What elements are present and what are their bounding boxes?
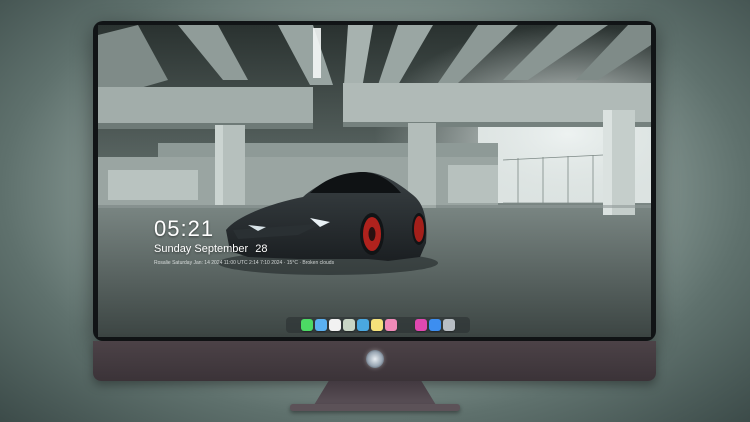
clock-icon[interactable]	[329, 319, 341, 331]
monitor-stand-neck	[314, 381, 436, 405]
app-store-icon[interactable]	[429, 319, 441, 331]
finder-icon[interactable]	[315, 319, 327, 331]
date-day: 28	[255, 243, 268, 255]
monitor-frame: 05:21 Sunday September 28 Rosalie Saturd…	[93, 21, 656, 341]
dock	[286, 317, 470, 333]
date-month: September	[194, 243, 249, 255]
photos-icon[interactable]	[385, 319, 397, 331]
notes-icon[interactable]	[371, 319, 383, 331]
music-icon[interactable]	[415, 319, 427, 331]
preview-icon[interactable]	[343, 319, 355, 331]
lock-date: Sunday September 28	[154, 243, 268, 255]
clapperboard-icon[interactable]	[357, 319, 369, 331]
date-weekday: Sunday	[154, 243, 192, 255]
monitor-stand-base	[290, 404, 460, 411]
monitor-chin	[93, 341, 656, 381]
lock-clock: 05:21	[154, 216, 215, 241]
lock-screen: 05:21 Sunday September 28 Rosalie Saturd…	[98, 25, 651, 337]
wallpaper-image	[98, 25, 651, 337]
brand-logo-icon	[366, 350, 384, 368]
camera-icon[interactable]	[443, 319, 455, 331]
messages-icon[interactable]	[301, 319, 313, 331]
lock-status-line: Rosalie Saturday Jan: 14 2024 11:00 UTC …	[154, 260, 335, 266]
